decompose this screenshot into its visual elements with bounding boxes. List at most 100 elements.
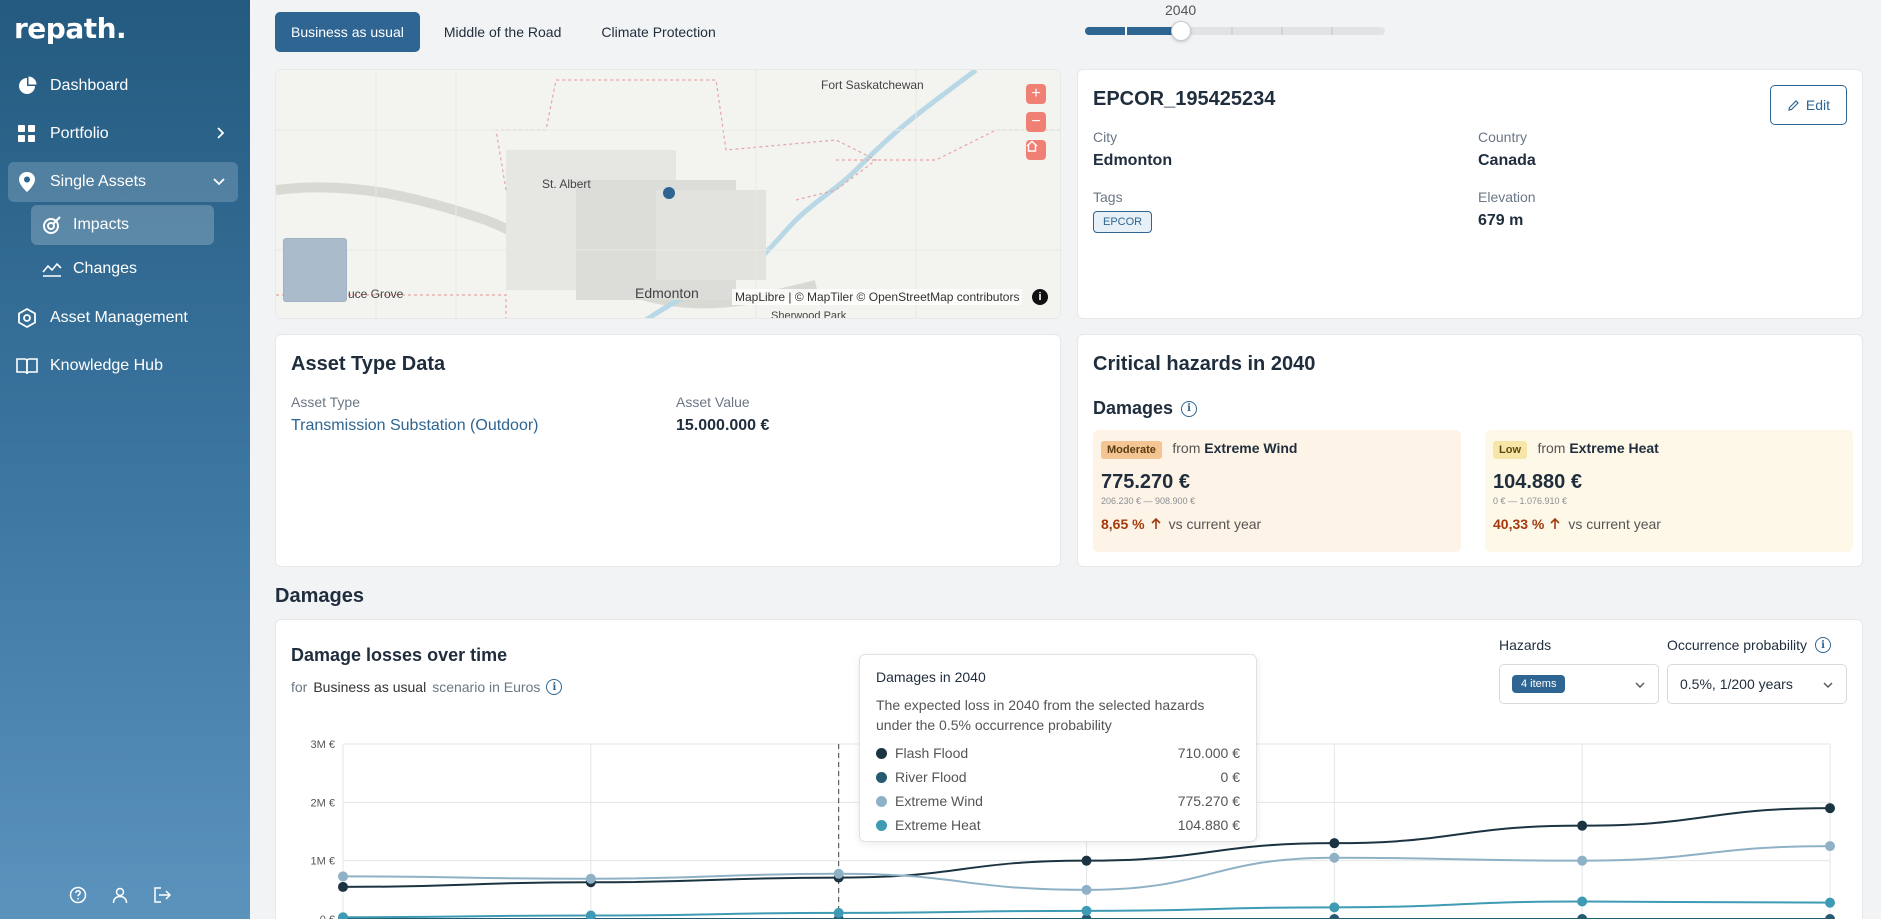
chevron-down-icon (212, 174, 226, 192)
hazard-card-low: Low from Extreme Heat 104.880 € 0 € — 1.… (1485, 430, 1853, 552)
home-button[interactable] (1026, 140, 1046, 160)
tooltip-row-value: 710.000 € (1177, 745, 1240, 761)
city-label: City (1093, 129, 1118, 145)
info-icon[interactable]: i (1181, 400, 1198, 417)
hazard-amount: 104.880 € (1493, 471, 1582, 493)
y-tick-label: 0 € (320, 914, 335, 919)
severity-badge: Low (1493, 441, 1527, 459)
damages-subheading: Damages i (1093, 398, 1198, 419)
user-icon[interactable] (110, 885, 130, 905)
asset-value: 15.000.000 € (676, 417, 770, 434)
trend-chart-icon (41, 258, 63, 280)
asset-type-card: Asset Type Data Asset Type Transmission … (275, 334, 1061, 567)
asset-type-title: Asset Type Data (291, 353, 446, 375)
asset-type-link[interactable]: Transmission Substation (Outdoor) (291, 417, 539, 435)
tab-middle-of-the-road[interactable]: Middle of the Road (428, 12, 578, 52)
asset-info-card: EPCOR_195425234 Edit City Edmonton Count… (1077, 69, 1863, 319)
tab-business-as-usual[interactable]: Business as usual (275, 12, 420, 52)
tooltip-row: River Flood 0 € (876, 765, 1240, 789)
asset-type-label: Asset Type (291, 394, 361, 410)
zoom-out-button[interactable]: − (1026, 112, 1046, 132)
data-point-flash-flood (1329, 838, 1340, 849)
chart-title: Damage losses over time (291, 645, 508, 665)
data-point-flash-flood (1577, 820, 1588, 831)
asset-value-label: Asset Value (676, 394, 750, 410)
data-point-extreme-wind (833, 868, 844, 879)
country-value: Canada (1478, 152, 1536, 169)
hazard-change: 40,33 % vs current year (1493, 516, 1845, 532)
series-dot (876, 819, 887, 831)
sidebar-item-changes[interactable]: Changes (31, 249, 214, 289)
map-canvas (276, 70, 1060, 318)
asset-map[interactable]: Fort Saskatchewan St. Albert Edmonton uc… (275, 69, 1061, 319)
year-slider[interactable] (1085, 21, 1385, 41)
sidebar-item-single-assets[interactable]: Single Assets (8, 162, 238, 202)
hazard-range: 0 € — 1.076.910 € (1493, 496, 1568, 506)
tab-climate-protection[interactable]: Climate Protection (585, 12, 731, 52)
sidebar-item-asset-management[interactable]: Asset Management (8, 298, 238, 338)
attribution-info-icon[interactable]: i (1032, 289, 1048, 305)
sidebar-item-label: Impacts (73, 216, 130, 233)
hazard-from-label: from (1537, 440, 1566, 456)
tooltip-row-name: Extreme Wind (895, 793, 983, 809)
data-point-extreme-wind (1081, 884, 1092, 895)
arrow-up-icon (1151, 518, 1161, 529)
sidebar: repath. Dashboard Portfolio Single Asset… (0, 0, 250, 919)
slider-tick (1331, 27, 1333, 35)
hazard-source: from Extreme Wind (1172, 440, 1297, 456)
slider-tick (1125, 27, 1127, 35)
sidebar-item-portfolio[interactable]: Portfolio (8, 114, 238, 154)
minimap[interactable] (283, 238, 347, 302)
info-icon[interactable]: i (1815, 637, 1832, 653)
hazards-label: Hazards (1499, 637, 1552, 653)
sidebar-item-knowledge-hub[interactable]: Knowledge Hub (8, 346, 238, 386)
tooltip-title: Damages in 2040 (876, 669, 986, 685)
map-label: Fort Saskatchewan (821, 78, 924, 92)
probability-label-text: Occurrence probability (1667, 637, 1808, 653)
hazard-change-pct: 40,33 % (1493, 516, 1545, 532)
tooltip-row: Flash Flood 710.000 € (876, 741, 1240, 765)
tooltip-row-name: Extreme Heat (895, 817, 981, 833)
data-point-extreme-wind (338, 871, 348, 882)
data-point-extreme-heat (585, 910, 596, 919)
data-point-river-flood (1825, 914, 1835, 919)
chart-tooltip: Damages in 2040 The expected loss in 204… (859, 654, 1257, 842)
sidebar-item-impacts[interactable]: Impacts (31, 205, 214, 245)
data-point-flash-flood (338, 881, 348, 892)
hazards-dropdown[interactable]: 4 items (1499, 664, 1659, 704)
sidebar-item-label: Changes (73, 260, 138, 277)
zoom-in-button[interactable]: + (1026, 84, 1046, 104)
sidebar-item-dashboard[interactable]: Dashboard (8, 66, 238, 106)
slider-tick (1231, 27, 1233, 35)
probability-dropdown[interactable]: 0.5%, 1/200 years (1667, 664, 1847, 704)
edit-button[interactable]: Edit (1769, 85, 1847, 125)
hexagon-settings-icon (16, 307, 38, 329)
severity-badge: Moderate (1101, 441, 1162, 459)
logout-icon[interactable] (152, 885, 172, 905)
sidebar-item-label: Knowledge Hub (50, 357, 163, 374)
app-logo[interactable]: repath. (14, 12, 127, 45)
tag-badge[interactable]: EPCOR (1093, 211, 1153, 233)
impacts-icon (41, 214, 63, 236)
elevation-label: Elevation (1478, 189, 1536, 205)
scenario-tabs: Business as usual Middle of the Road Cli… (275, 12, 740, 52)
year-slider-thumb[interactable] (1171, 21, 1191, 41)
series-dot (876, 771, 887, 783)
map-attribution[interactable]: MapLibre | © MapTiler © OpenStreetMap co… (732, 289, 1023, 305)
data-point-extreme-heat (833, 907, 844, 918)
grid-icon (16, 123, 38, 145)
series-dot (876, 795, 887, 807)
sidebar-item-label: Asset Management (50, 309, 188, 326)
help-icon[interactable] (68, 885, 88, 905)
sidebar-item-label: Portfolio (50, 125, 109, 142)
data-point-river-flood (1329, 914, 1340, 919)
tags-label: Tags (1093, 189, 1123, 205)
year-slider-label: 2040 (1165, 2, 1197, 18)
tooltip-row: Extreme Wind 775.270 € (876, 789, 1240, 813)
info-icon[interactable]: i (546, 679, 563, 695)
map-label: St. Albert (542, 177, 591, 191)
sidebar-item-label: Single Assets (50, 173, 147, 190)
hazard-amount: 775.270 € (1101, 471, 1190, 493)
tooltip-row: Extreme Heat 104.880 € (876, 813, 1240, 837)
hazard-change-pct: 8,65 % (1101, 516, 1145, 532)
